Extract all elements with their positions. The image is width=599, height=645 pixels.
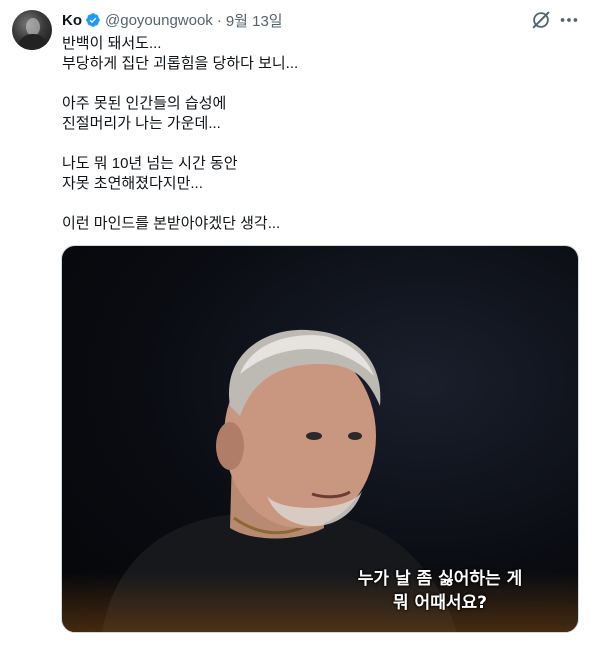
grok-icon[interactable] [530,9,552,31]
tweet-date[interactable]: 9월 13일 [226,10,283,31]
more-options-icon[interactable] [558,9,580,31]
tweet[interactable]: Ko @goyoungwook · 9월 13일 반백이 돼서도... 부당하게… [0,0,599,645]
avatar-body [18,34,48,50]
tweet-text-gap [62,134,582,154]
header-separator: · [216,11,222,29]
tweet-text-gap [62,194,582,214]
verified-badge-icon[interactable] [85,12,101,28]
tweet-header: Ko @goyoungwook · 9월 13일 [62,10,283,30]
author-handle[interactable]: @goyoungwook [105,12,213,29]
avatar[interactable] [12,10,52,50]
tweet-text-line: 자못 초연해졌다지만... [62,175,203,192]
tweet-media-image[interactable]: 누가 날 좀 싫어하는 게 뭐 어때서요? [61,245,579,633]
tweet-text-line: 진절머리가 나는 가운데... [62,115,221,132]
tweet-text-line: 반백이 돼서도... [62,35,162,52]
tweet-text-line: 이런 마인드를 본받아야겠단 생각... [62,215,281,232]
tweet-text-line: 나도 뭐 10년 넘는 시간 동안 [62,155,238,172]
video-subtitle-line-1: 누가 날 좀 싫어하는 게 [357,569,523,589]
author-name[interactable]: Ko [62,12,82,29]
tweet-text-gap [62,74,582,94]
tweet-text-line: 아주 못된 인간들의 습성에 [62,95,227,112]
tweet-text-line: 부당하게 집단 괴롭힘을 당하다 보니... [62,55,299,72]
video-subtitle-line-2: 뭐 어때서요? [393,593,487,613]
tweet-text: 반백이 돼서도... 부당하게 집단 괴롭힘을 당하다 보니... 아주 못된 … [62,34,582,234]
